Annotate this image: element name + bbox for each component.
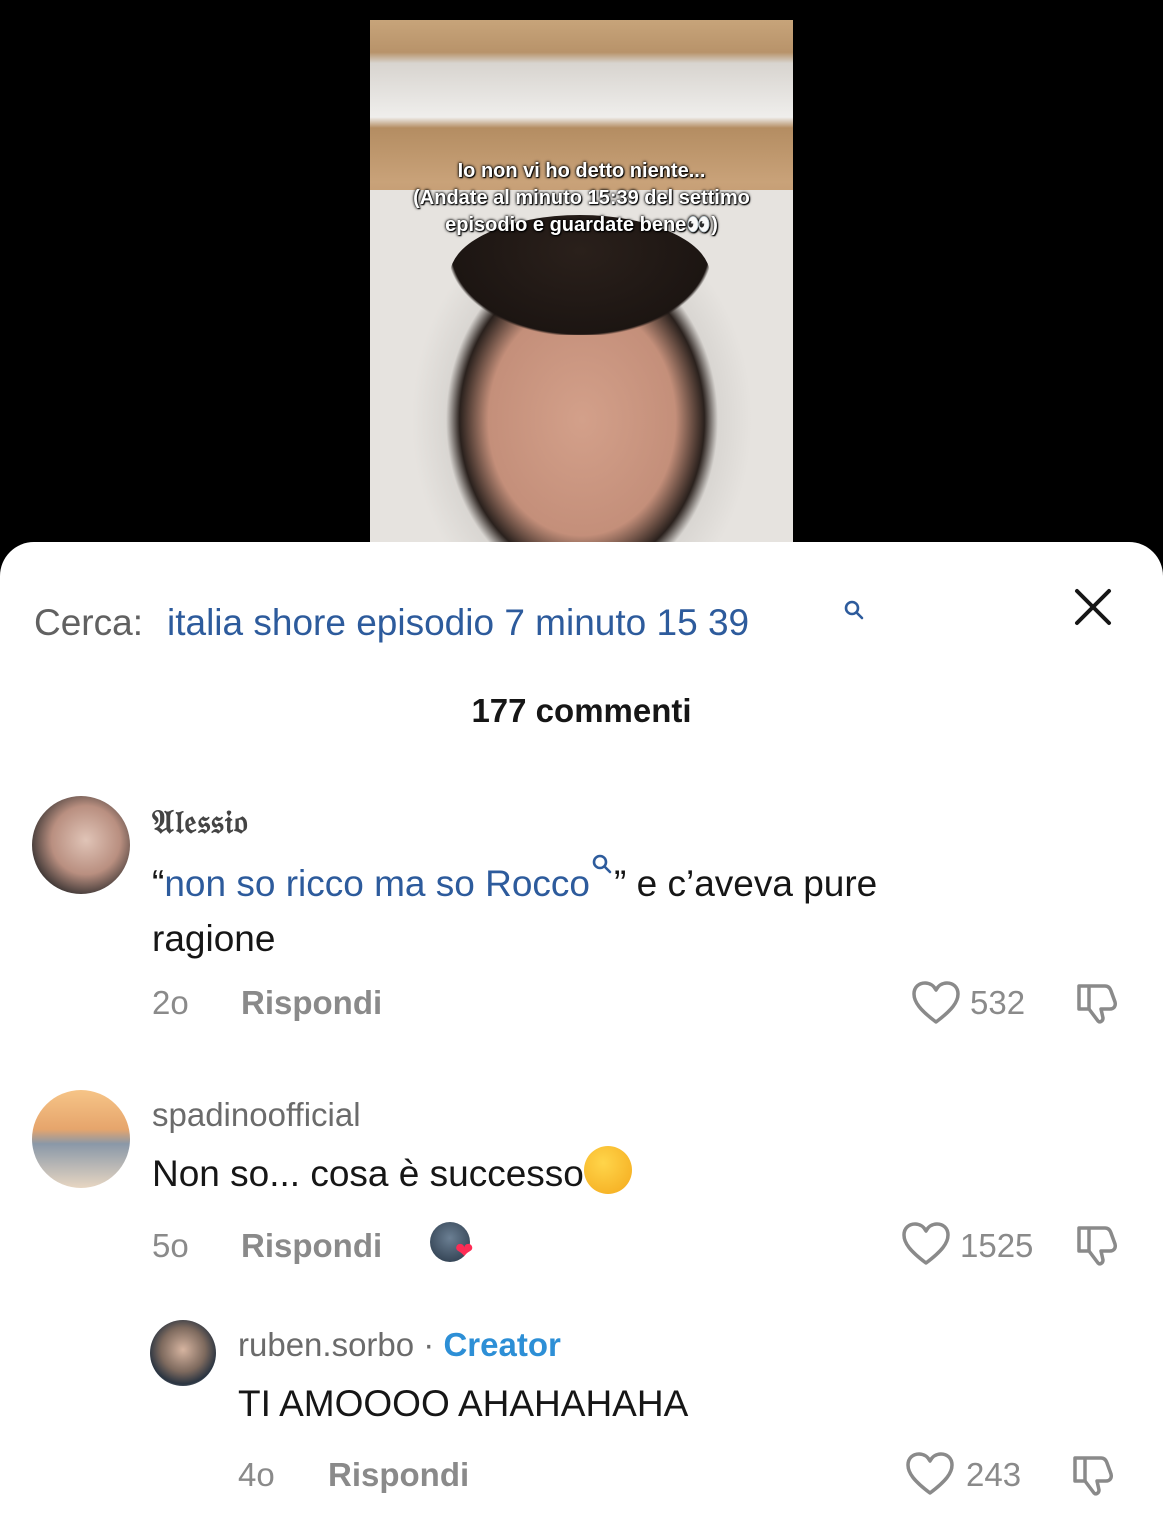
reply-button[interactable]: Rispondi	[241, 984, 382, 1022]
dislike-icon[interactable]	[1072, 1220, 1122, 1270]
quote-open: “	[152, 863, 165, 904]
search-icon	[592, 854, 612, 874]
creator-badge: Creator	[443, 1326, 561, 1363]
reply-button[interactable]: Rispondi	[328, 1456, 469, 1494]
comment-username[interactable]: spadinoofficial	[152, 1096, 361, 1134]
avatar[interactable]	[32, 796, 130, 894]
caption-line-1: Io non vi ho detto niente...	[457, 160, 706, 182]
comment-text-body: Non so... cosa è successo	[152, 1153, 584, 1194]
comment-username[interactable]: 𝔄𝔩𝔢𝔰𝔰𝔦𝔬	[152, 802, 249, 842]
comment-text-rest: ” e c’aveva pure	[614, 863, 878, 904]
comments-count: 177 commenti	[471, 692, 692, 729]
search-suggestion[interactable]: Cerca: italia shore episodio 7 minuto 15…	[34, 600, 1134, 652]
comment-username[interactable]: ruben.sorbo	[238, 1326, 414, 1363]
avatar[interactable]	[150, 1320, 216, 1386]
like-count: 532	[970, 984, 1026, 1021]
like-count: 1525	[960, 1227, 1034, 1264]
like-count: 243	[966, 1456, 1022, 1493]
reply-username-row: ruben.sorbo · Creator	[238, 1326, 561, 1364]
search-term-link[interactable]: italia shore episodio 7 minuto 15 39	[167, 602, 749, 644]
comments-sheet: Cerca: italia shore episodio 7 minuto 15…	[0, 542, 1163, 1536]
heart-icon[interactable]	[904, 1450, 956, 1498]
username-separator: ·	[423, 1326, 435, 1363]
dislike-icon[interactable]	[1072, 978, 1122, 1028]
comment-time: 2o	[152, 984, 189, 1021]
comment-text: TI AMOOOO AHAHAHAHA	[238, 1383, 689, 1424]
comment-text: “non so ricco ma so Rocco ” e c’aveva pur…	[152, 852, 1102, 966]
caption-line-3: episodio e guardate bene👀)	[445, 214, 718, 236]
comment-time: 5o	[152, 1227, 189, 1264]
search-icon	[844, 600, 864, 620]
comment-text-line2: ragione	[152, 918, 276, 959]
comment-search-link[interactable]: non so ricco ma so Rocco	[164, 863, 590, 904]
creator-liked-heart-icon: ❤	[455, 1238, 474, 1263]
search-prefix: Cerca:	[34, 602, 143, 643]
caption-line-2: (Andate al minuto 15:39 del settimo	[413, 187, 750, 209]
video-caption: Io non vi ho detto niente... (Andate al …	[370, 158, 793, 239]
dislike-icon[interactable]	[1068, 1450, 1118, 1500]
comment-time: 4o	[238, 1456, 275, 1493]
close-icon[interactable]	[1068, 582, 1118, 632]
heart-icon[interactable]	[910, 979, 962, 1027]
comment-text: Non so... cosa è successo	[152, 1146, 1102, 1201]
heart-icon[interactable]	[900, 1220, 952, 1268]
video-area: Io non vi ho detto niente... (Andate al …	[0, 0, 1163, 560]
thinking-face-icon	[583, 1146, 632, 1194]
avatar[interactable]	[32, 1090, 130, 1188]
reply-button[interactable]: Rispondi	[241, 1227, 382, 1265]
video-player[interactable]: Io non vi ho detto niente... (Andate al …	[370, 20, 793, 560]
